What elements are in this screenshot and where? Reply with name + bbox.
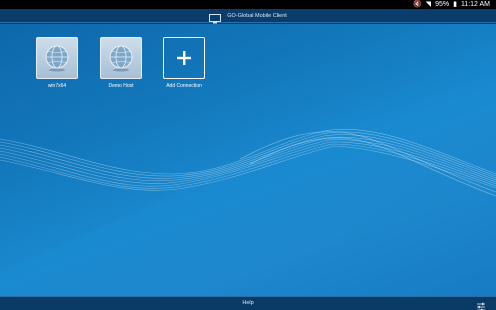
wifi-icon: ◥ [425,1,432,8]
connections-desktop: win7x64 Demo Host Add Connection [0,24,496,296]
plus-icon [177,51,191,65]
help-link[interactable]: Help [0,297,496,310]
clock: 11:12 AM [460,1,490,8]
connection-icon-box[interactable] [100,37,142,79]
settings-icon[interactable] [476,299,486,310]
connection-tile-win7x64[interactable]: win7x64 [27,37,87,89]
connection-label: Add Connection [166,83,202,89]
mute-icon: 🔇 [412,1,422,8]
monitor-icon [209,11,222,23]
title-bar: GO-Global Mobile Client [0,9,496,23]
connection-label: Demo Host [108,83,134,89]
add-connection-button[interactable] [163,37,205,79]
battery-icon: ▮ [453,1,457,8]
globe-icon [109,45,133,72]
connection-icon-box[interactable] [36,37,78,79]
status-bar: 🔇 ◥ 95% ▮ 11:12 AM [0,0,496,9]
globe-icon [45,45,69,72]
bottom-bar: Help [0,296,496,310]
battery-percentage: 95% [435,1,450,8]
sliders-icon [477,302,485,310]
add-connection-tile[interactable]: Add Connection [154,37,214,89]
app-title: GO-Global Mobile Client [227,12,287,19]
connection-label: win7x64 [47,83,67,89]
status-icons: 🔇 ◥ 95% ▮ 11:12 AM [413,0,490,9]
connection-tile-demo-host[interactable]: Demo Host [91,37,151,89]
